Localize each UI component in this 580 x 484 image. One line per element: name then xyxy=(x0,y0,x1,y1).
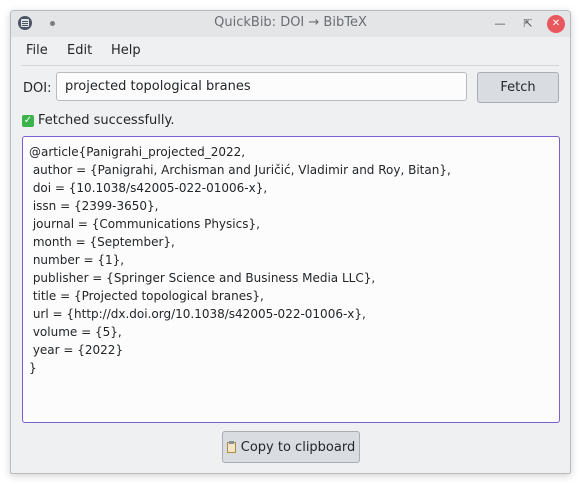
fetch-button[interactable]: Fetch xyxy=(477,72,559,103)
title-bar[interactable]: QuickBib: DOI → BibTeX — ⇱ ✕ xyxy=(11,11,570,37)
close-button[interactable]: ✕ xyxy=(547,15,565,33)
menu-file[interactable]: File xyxy=(26,43,48,58)
menu-bar: File Edit Help xyxy=(11,39,570,63)
menu-separator xyxy=(21,65,559,66)
copy-to-clipboard-button[interactable]: Copy to clipboard xyxy=(222,431,360,463)
menu-help[interactable]: Help xyxy=(111,43,141,58)
doi-input[interactable]: projected topological branes xyxy=(56,72,467,101)
app-window: QuickBib: DOI → BibTeX — ⇱ ✕ File Edit H… xyxy=(10,10,571,474)
window-title: QuickBib: DOI → BibTeX xyxy=(214,15,367,30)
maximize-button[interactable]: ⇱ xyxy=(519,15,537,33)
minimize-button[interactable]: — xyxy=(491,15,509,33)
status-text: Fetched successfully. xyxy=(38,113,175,128)
clipboard-icon xyxy=(226,440,236,453)
menu-edit[interactable]: Edit xyxy=(67,43,92,58)
doi-label: DOI: xyxy=(23,81,52,96)
bibtex-output[interactable]: @article{Panigrahi_projected_2022, autho… xyxy=(22,136,560,423)
status-message: ✓ Fetched successfully. xyxy=(22,113,175,128)
check-icon: ✓ xyxy=(22,114,34,127)
copy-button-label: Copy to clipboard xyxy=(240,439,356,455)
